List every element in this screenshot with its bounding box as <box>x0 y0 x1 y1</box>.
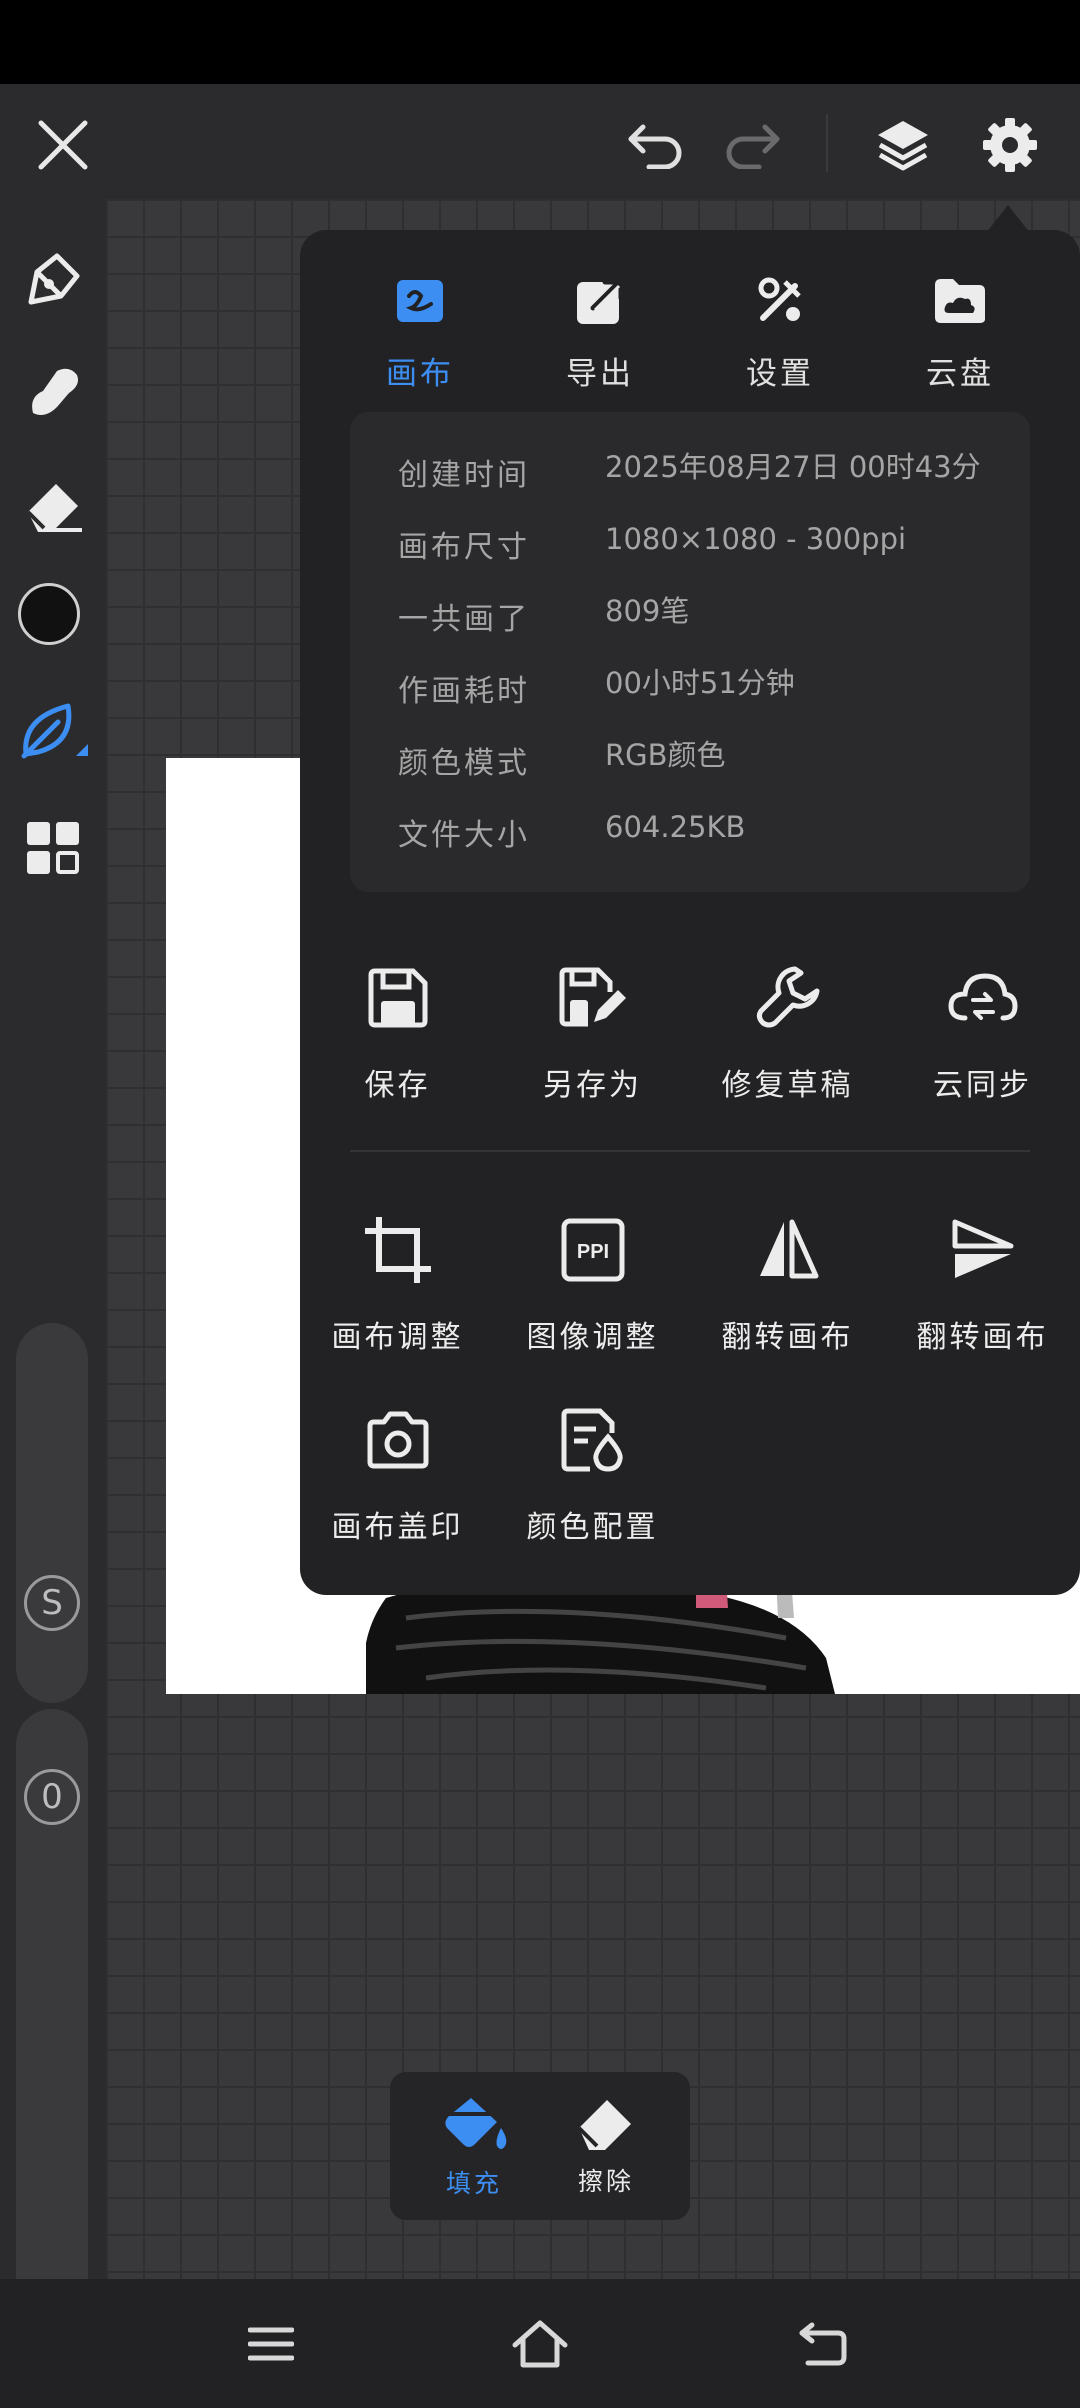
pen-icon[interactable] <box>14 241 92 319</box>
info-row: 画布尺寸 1080×1080 - 300ppi <box>350 522 1030 572</box>
camera-icon <box>367 1411 428 1469</box>
redo-icon[interactable] <box>718 110 788 180</box>
fill-button[interactable]: 填充 <box>414 2094 534 2200</box>
action-label: 另存为 <box>543 1068 642 1103</box>
info-row: 一共画了 809笔 <box>350 594 1030 644</box>
tab-label: 设置 <box>746 356 814 392</box>
export-icon <box>577 279 624 324</box>
info-key: 一共画了 <box>398 602 530 637</box>
gear-icon[interactable] <box>975 110 1045 180</box>
status-bar <box>0 0 1080 84</box>
action-label: 图像调整 <box>526 1320 659 1355</box>
ppi-icon: PPI <box>561 1218 624 1282</box>
tab-label: 云盘 <box>926 356 994 392</box>
info-value: 2025年08月27日 00时43分 <box>605 450 981 484</box>
eraser-icon[interactable] <box>14 467 92 545</box>
save-as-icon <box>559 967 626 1027</box>
layers-icon[interactable] <box>868 110 938 180</box>
info-key: 创建时间 <box>398 458 530 493</box>
info-value: 1080×1080 - 300ppi <box>605 522 907 556</box>
action-label: 保存 <box>364 1068 431 1103</box>
tab-canvas[interactable]: 画布 <box>330 266 510 393</box>
info-key: 文件大小 <box>398 818 530 853</box>
info-row: 文件大小 604.25KB <box>350 810 1030 860</box>
info-key: 颜色模式 <box>398 746 530 781</box>
tab-export[interactable]: 导出 <box>510 266 690 393</box>
info-value: RGB颜色 <box>605 738 726 772</box>
left-toolbar: S 0 <box>0 199 106 2335</box>
fill-label: 填充 <box>445 2169 502 2198</box>
cloud-sync-icon <box>947 973 1018 1021</box>
system-nav-bar <box>0 2279 1080 2408</box>
back-icon[interactable] <box>788 2309 858 2379</box>
grid-icon[interactable] <box>14 809 92 887</box>
action-label: 翻转画布 <box>721 1320 854 1355</box>
crop-icon <box>364 1217 431 1283</box>
brush-size-slider[interactable]: S <box>16 1323 88 1703</box>
leaf-brush-icon[interactable] <box>14 691 92 769</box>
cloud-drive-icon <box>935 279 985 323</box>
action-label: 云同步 <box>933 1068 1032 1103</box>
save-icon <box>368 968 427 1028</box>
color-config-button[interactable]: 颜色配置 <box>495 1400 690 1546</box>
image-adjust-button[interactable]: PPI 图像调整 <box>495 1210 690 1356</box>
flip-vertical-icon <box>952 1219 1013 1278</box>
smudge-icon[interactable] <box>14 354 92 432</box>
color-swatch[interactable] <box>18 583 80 645</box>
color-config-icon <box>561 1408 623 1472</box>
info-key: 画布尺寸 <box>398 530 530 565</box>
action-label: 修复草稿 <box>721 1068 854 1103</box>
info-row: 创建时间 2025年08月27日 00时43分 <box>350 450 1030 500</box>
canvas-info-box: 创建时间 2025年08月27日 00时43分 画布尺寸 1080×1080 -… <box>350 412 1030 892</box>
toolbar-divider <box>826 114 828 172</box>
top-bar <box>0 84 1080 199</box>
info-row: 颜色模式 RGB颜色 <box>350 738 1030 788</box>
paint-bucket-icon <box>445 2098 507 2149</box>
canvas-settings-popup: 画布 导出 设置 云盘 创建时间 2025年08月27日 00时43分 画布尺寸… <box>300 230 1080 1595</box>
erase-button[interactable]: 擦除 <box>546 2094 666 2198</box>
fill-erase-toolbar: 填充 擦除 <box>390 2072 690 2220</box>
cloud-sync-button[interactable]: 云同步 <box>885 958 1080 1104</box>
info-value: 809笔 <box>605 594 690 628</box>
opacity-slider-knob[interactable]: 0 <box>24 1769 80 1825</box>
tab-label: 导出 <box>566 356 634 392</box>
tools-icon <box>758 277 801 321</box>
actions-divider <box>350 1150 1030 1152</box>
flip-horizontal-button[interactable]: 翻转画布 <box>690 1210 885 1356</box>
action-label: 画布盖印 <box>331 1510 464 1545</box>
action-label: 颜色配置 <box>526 1510 659 1545</box>
tab-cloud-drive[interactable]: 云盘 <box>870 266 1050 393</box>
canvas-icon <box>397 280 443 322</box>
erase-label: 擦除 <box>577 2167 634 2196</box>
info-value: 00小时51分钟 <box>605 666 795 700</box>
home-icon[interactable] <box>505 2309 575 2379</box>
tab-label: 画布 <box>386 356 454 392</box>
drawing-artwork <box>366 1578 835 1694</box>
eraser-icon <box>577 2100 631 2150</box>
undo-icon[interactable] <box>620 110 690 180</box>
action-label: 画布调整 <box>331 1320 464 1355</box>
save-as-button[interactable]: 另存为 <box>495 958 690 1104</box>
canvas-adjust-button[interactable]: 画布调整 <box>300 1210 495 1356</box>
tab-settings[interactable]: 设置 <box>690 266 870 393</box>
info-value: 604.25KB <box>605 810 746 844</box>
close-icon[interactable] <box>28 110 98 180</box>
flip-horizontal-icon <box>759 1219 818 1279</box>
opacity-slider[interactable]: 0 <box>16 1709 88 2335</box>
info-row: 作画耗时 00小时51分钟 <box>350 666 1030 716</box>
ppi-icon-text: PPI <box>576 1241 608 1263</box>
menu-icon[interactable] <box>236 2309 306 2379</box>
popup-arrow <box>986 205 1030 233</box>
wrench-icon <box>756 966 819 1028</box>
info-key: 作画耗时 <box>398 674 530 709</box>
size-slider-knob[interactable]: S <box>24 1575 80 1631</box>
save-button[interactable]: 保存 <box>300 958 495 1104</box>
flip-vertical-button[interactable]: 翻转画布 <box>885 1210 1080 1356</box>
action-label: 翻转画布 <box>916 1320 1049 1355</box>
canvas-stamp-button[interactable]: 画布盖印 <box>300 1400 495 1546</box>
repair-draft-button[interactable]: 修复草稿 <box>690 958 885 1104</box>
